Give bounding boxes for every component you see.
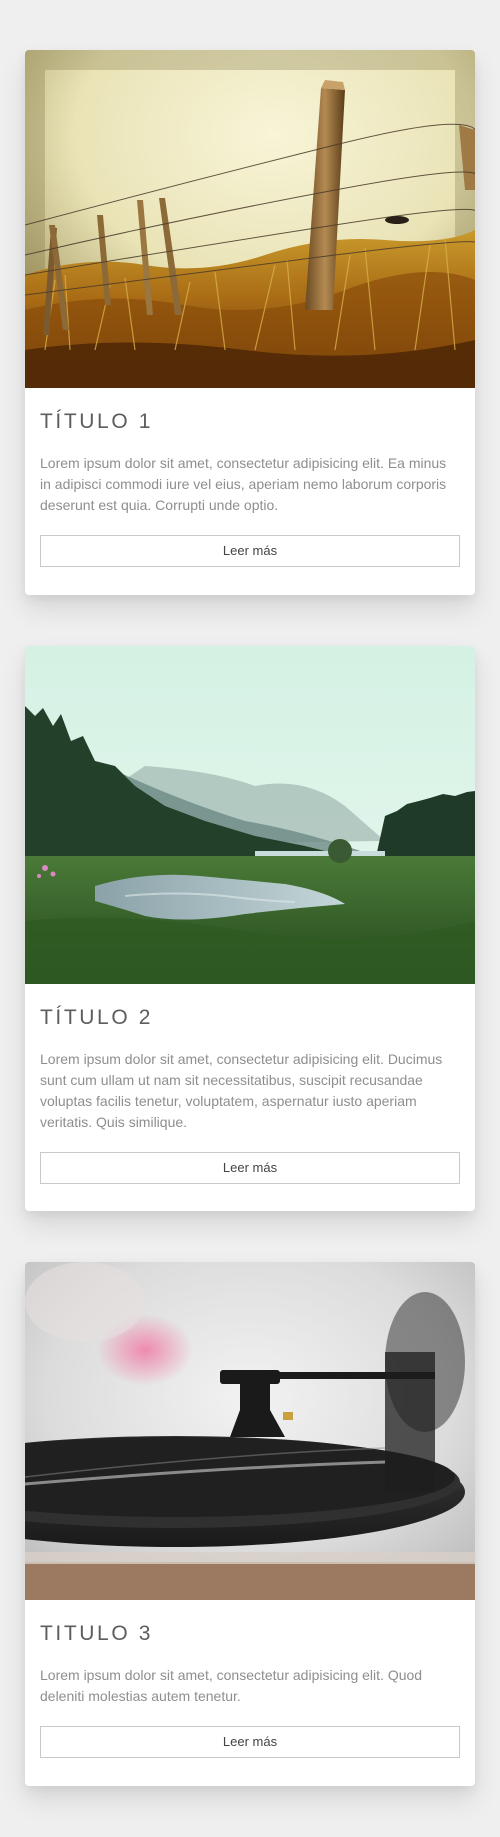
card-body: TÍTULO 2 Lorem ipsum dolor sit amet, con…	[25, 984, 475, 1184]
card-description: Lorem ipsum dolor sit amet, consectetur …	[40, 1051, 443, 1130]
card-description: Lorem ipsum dolor sit amet, consectetur …	[40, 455, 447, 513]
card-title: TÍTULO 2	[40, 1006, 153, 1029]
card-body: TÍTULO 1 Lorem ipsum dolor sit amet, con…	[25, 388, 475, 567]
read-more-button[interactable]: Leer más	[40, 1152, 460, 1184]
card: TITULO 3 Lorem ipsum dolor sit amet, con…	[25, 1262, 475, 1786]
card-title: TÍTULO 1	[40, 410, 153, 433]
card: TÍTULO 1 Lorem ipsum dolor sit amet, con…	[25, 50, 475, 595]
card-body: TITULO 3 Lorem ipsum dolor sit amet, con…	[25, 1600, 475, 1758]
card-title: TITULO 3	[40, 1622, 153, 1645]
card: TÍTULO 2 Lorem ipsum dolor sit amet, con…	[25, 646, 475, 1211]
card-image-fence-grass	[25, 50, 475, 388]
card-gallery: TÍTULO 1 Lorem ipsum dolor sit amet, con…	[0, 0, 500, 1837]
read-more-button[interactable]: Leer más	[40, 535, 460, 567]
read-more-button[interactable]: Leer más	[40, 1726, 460, 1758]
card-image-record-player	[25, 1262, 475, 1600]
card-description: Lorem ipsum dolor sit amet, consectetur …	[40, 1667, 423, 1704]
card-image-river-forest	[25, 646, 475, 984]
